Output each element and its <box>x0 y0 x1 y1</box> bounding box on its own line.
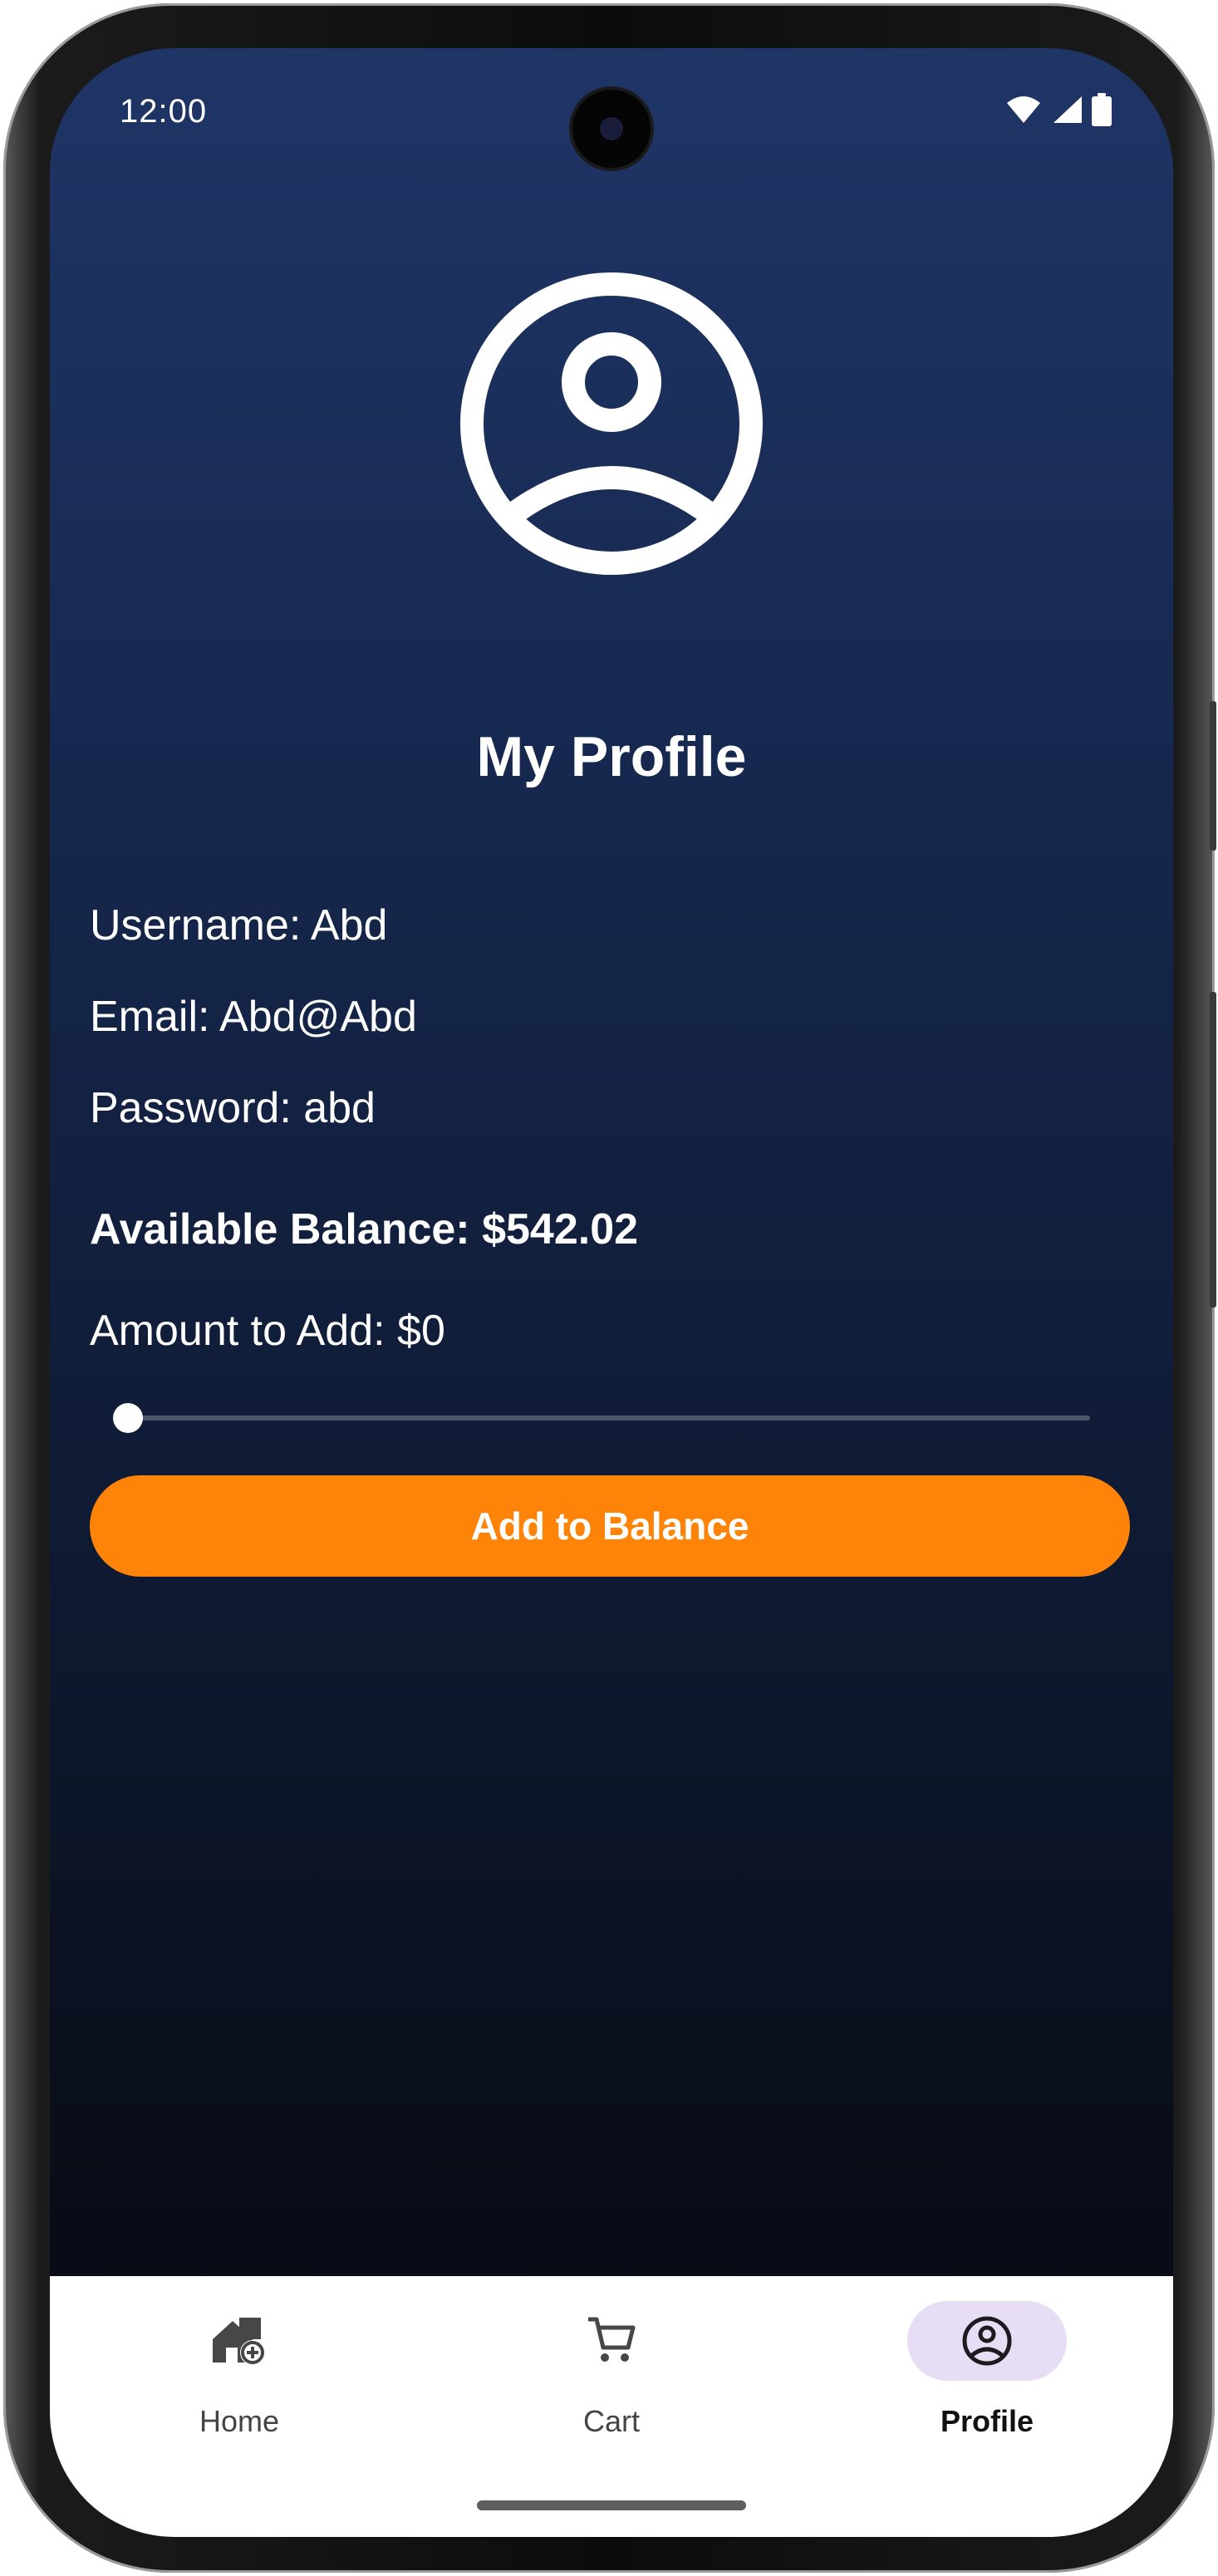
amount-slider[interactable] <box>90 1392 1130 1442</box>
nav-icon-container <box>532 2301 691 2381</box>
slider-thumb[interactable] <box>113 1403 143 1433</box>
nav-label-cart: Cart <box>582 2404 640 2438</box>
volume-button <box>1210 701 1216 851</box>
nav-item-home[interactable]: Home <box>115 2301 364 2451</box>
front-camera <box>572 90 651 168</box>
nav-item-profile[interactable]: Profile <box>862 2301 1112 2451</box>
gesture-home-indicator[interactable] <box>477 2500 746 2510</box>
screen: 12:00 My Profile Username: Abd Email: Ab… <box>50 48 1173 2537</box>
password-text: Password: abd <box>90 1084 376 1132</box>
amount-to-add-label: Amount to Add: $0 <box>90 1307 445 1355</box>
home-add-icon <box>213 2318 265 2365</box>
nav-label-home: Home <box>199 2404 280 2438</box>
account-circle-icon <box>460 272 763 575</box>
add-to-balance-button[interactable]: Add to Balance <box>90 1475 1130 1577</box>
username-text: Username: Abd <box>90 901 388 949</box>
email-text: Email: Abd@Abd <box>90 993 417 1041</box>
nav-item-cart[interactable]: Cart <box>487 2301 736 2451</box>
bottom-navigation: Home Cart Profile <box>50 2276 1173 2537</box>
available-balance: Available Balance: $542.02 <box>90 1205 639 1254</box>
phone-frame: 12:00 My Profile Username: Abd Email: Ab… <box>3 3 1216 2573</box>
cart-icon <box>588 2317 636 2362</box>
slider-track[interactable] <box>126 1416 1090 1420</box>
nav-icon-container <box>160 2301 319 2381</box>
nav-label-profile: Profile <box>940 2404 1034 2438</box>
nav-icon-container <box>907 2301 1067 2381</box>
cell-signal-icon <box>1053 96 1082 123</box>
account-circle-icon <box>962 2316 1012 2366</box>
status-time: 12:00 <box>120 93 208 130</box>
page-title: My Profile <box>476 725 747 788</box>
status-icons <box>1005 93 1112 126</box>
battery-icon <box>1092 93 1112 126</box>
wifi-icon <box>1007 96 1040 123</box>
power-button <box>1210 992 1216 1308</box>
